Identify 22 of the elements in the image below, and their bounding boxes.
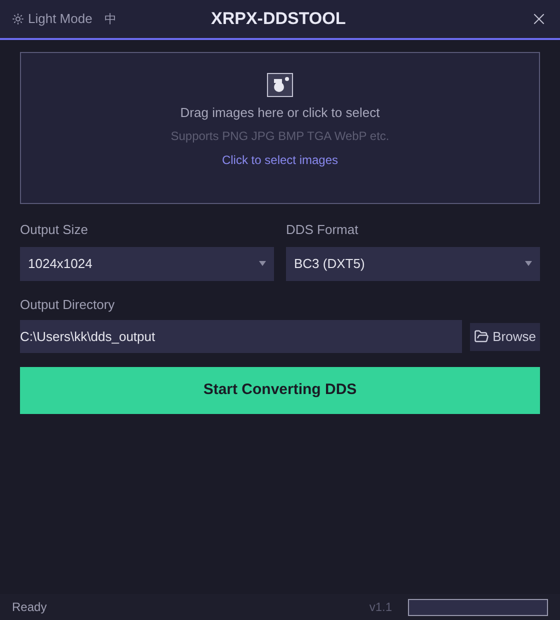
dropdown[interactable]: BC3 (DXT5) [286, 246, 540, 280]
caret-icon [525, 261, 532, 266]
browse-button[interactable]: Browse [470, 322, 540, 350]
supported-formats: Supports PNG JPG BMP TGA WebP etc. [170, 128, 390, 144]
select-images-link[interactable]: Click to select images [222, 150, 338, 168]
theme-toggle[interactable]: Light Mode [12, 9, 92, 29]
convert-button[interactable]: Start Converting DDS [20, 367, 540, 414]
drop-zone[interactable]: Drag images here or click to select Supports PNG JPG BMP TGA WebP etc. Click to select images [20, 52, 540, 204]
field-label: Output Size [20, 221, 89, 239]
drop-heading: Drag images here or click to select [180, 104, 380, 122]
image-icon [267, 73, 293, 97]
language-toggle[interactable]: 中 [104, 10, 116, 28]
directory-field[interactable]: C:\Users\kk\dds_output [20, 320, 462, 353]
version-label: v1.1 [369, 599, 392, 616]
caret-icon [259, 261, 266, 266]
status-text: Ready [12, 599, 47, 616]
dropdown[interactable]: 1024x1024 [20, 246, 274, 280]
sun-icon [12, 13, 24, 25]
folder-icon [474, 329, 489, 344]
window-title: XRPX-DDSTOOL [211, 8, 346, 30]
field-label: DDS Format [286, 221, 360, 239]
field-label: Output Directory [20, 296, 116, 314]
